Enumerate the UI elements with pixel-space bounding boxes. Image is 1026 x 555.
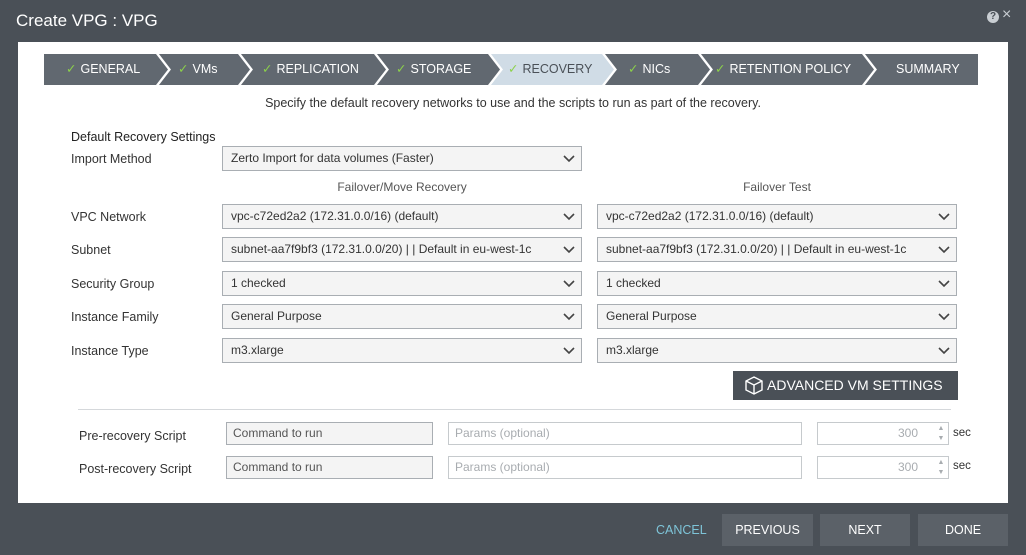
- pre-recovery-script-label: Pre-recovery Script: [79, 429, 186, 443]
- done-button[interactable]: DONE: [918, 514, 1008, 546]
- security-group-label: Security Group: [71, 277, 155, 291]
- vpc-network-label: VPC Network: [71, 210, 147, 224]
- timeout-value: 300: [897, 460, 918, 474]
- step-label: RECOVERY: [522, 62, 593, 76]
- spin-up-icon[interactable]: ▲: [936, 458, 946, 467]
- select-value: 1 checked: [606, 276, 661, 290]
- cancel-button[interactable]: CANCEL: [656, 514, 707, 546]
- instance-family-test-select[interactable]: General Purpose: [597, 304, 957, 329]
- pre-recovery-params-input[interactable]: Params (optional): [448, 422, 802, 445]
- step-label: NICs: [642, 62, 671, 76]
- window-title: Create VPG : VPG: [16, 11, 158, 30]
- check-icon: ✓: [628, 62, 639, 76]
- post-recovery-command-input[interactable]: Command to run: [226, 456, 433, 479]
- select-value: subnet-aa7f9bf3 (172.31.0.0/20) | | Defa…: [231, 242, 532, 256]
- instance-type-failover-select[interactable]: m3.xlarge: [222, 338, 582, 363]
- select-value: 1 checked: [231, 276, 286, 290]
- step-label: RETENTION POLICY: [729, 62, 852, 76]
- help-icon[interactable]: ?: [987, 11, 999, 23]
- step-label: GENERAL: [80, 62, 141, 76]
- section-title: Default Recovery Settings: [71, 130, 216, 144]
- chevron-down-icon: [938, 280, 950, 288]
- chevron-down-icon: [563, 347, 575, 355]
- close-icon[interactable]: ×: [1002, 7, 1011, 23]
- chevron-down-icon: [938, 246, 950, 254]
- step-label: REPLICATION: [276, 62, 359, 76]
- check-icon: ✓: [66, 62, 77, 76]
- pre-recovery-timeout-input[interactable]: 300 ▲ ▼: [817, 422, 949, 445]
- vpc-network-test-select[interactable]: vpc-c72ed2a2 (172.31.0.0/16) (default): [597, 204, 957, 229]
- wizard-steps: ✓ GENERAL ✓ VMs ✓ REPLICATION ✓ STORAGE ✓ REC…: [44, 53, 978, 86]
- select-value: subnet-aa7f9bf3 (172.31.0.0/20) | | Defa…: [606, 242, 907, 256]
- seconds-unit: sec: [953, 460, 971, 472]
- chevron-down-icon: [938, 347, 950, 355]
- security-group-failover-select[interactable]: 1 checked: [222, 271, 582, 296]
- instance-family-failover-select[interactable]: General Purpose: [222, 304, 582, 329]
- instance-type-test-select[interactable]: m3.xlarge: [597, 338, 957, 363]
- security-group-test-select[interactable]: 1 checked: [597, 271, 957, 296]
- divider: [78, 409, 951, 410]
- advanced-vm-settings-label: ADVANCED VM SETTINGS: [767, 377, 943, 393]
- step-label: SUMMARY: [896, 62, 960, 76]
- post-recovery-script-label: Post-recovery Script: [79, 462, 192, 476]
- post-recovery-timeout-input[interactable]: 300 ▲ ▼: [817, 456, 949, 479]
- title-bar: Create VPG : VPG ? ×: [0, 0, 1026, 42]
- import-method-label: Import Method: [71, 152, 152, 166]
- select-value: m3.xlarge: [231, 343, 284, 357]
- step-label: STORAGE: [410, 62, 472, 76]
- import-method-select[interactable]: Zerto Import for data volumes (Faster): [222, 146, 582, 171]
- select-value: General Purpose: [606, 309, 697, 323]
- select-value: vpc-c72ed2a2 (172.31.0.0/16) (default): [231, 209, 439, 223]
- next-button[interactable]: NEXT: [820, 514, 910, 546]
- chevron-down-icon: [563, 155, 575, 163]
- check-icon: ✓: [715, 62, 726, 76]
- chevron-down-icon: [563, 246, 575, 254]
- check-icon: ✓: [396, 62, 407, 76]
- step-label: VMs: [192, 62, 218, 76]
- seconds-unit: sec: [953, 427, 971, 439]
- vpc-network-failover-select[interactable]: vpc-c72ed2a2 (172.31.0.0/16) (default): [222, 204, 582, 229]
- select-value: vpc-c72ed2a2 (172.31.0.0/16) (default): [606, 209, 814, 223]
- spin-up-icon[interactable]: ▲: [936, 424, 946, 433]
- intro-text: Specify the default recovery networks to…: [265, 96, 761, 110]
- check-icon: ✓: [178, 62, 189, 76]
- instance-family-label: Instance Family: [71, 310, 159, 324]
- subnet-test-select[interactable]: subnet-aa7f9bf3 (172.31.0.0/20) | | Defa…: [597, 237, 957, 262]
- check-icon: ✓: [262, 62, 273, 76]
- chevron-down-icon: [938, 213, 950, 221]
- cube-icon: [745, 376, 763, 395]
- chevron-down-icon: [938, 313, 950, 321]
- subnet-failover-select[interactable]: subnet-aa7f9bf3 (172.31.0.0/20) | | Defa…: [222, 237, 582, 262]
- failover-column-header: Failover/Move Recovery: [337, 180, 467, 194]
- select-value: m3.xlarge: [606, 343, 659, 357]
- chevron-down-icon: [563, 213, 575, 221]
- previous-button[interactable]: PREVIOUS: [722, 514, 813, 546]
- pre-recovery-command-input[interactable]: Command to run: [226, 422, 433, 445]
- spin-down-icon[interactable]: ▼: [936, 434, 946, 443]
- advanced-vm-settings-button[interactable]: ADVANCED VM SETTINGS: [733, 371, 958, 400]
- post-recovery-params-input[interactable]: Params (optional): [448, 456, 802, 479]
- spin-down-icon[interactable]: ▼: [936, 468, 946, 477]
- import-method-value: Zerto Import for data volumes (Faster): [231, 151, 434, 165]
- instance-type-label: Instance Type: [71, 344, 149, 358]
- chevron-down-icon: [563, 313, 575, 321]
- subnet-label: Subnet: [71, 243, 111, 257]
- check-icon: ✓: [508, 62, 519, 76]
- test-column-header: Failover Test: [743, 180, 811, 194]
- timeout-value: 300: [897, 426, 918, 440]
- chevron-down-icon: [563, 280, 575, 288]
- select-value: General Purpose: [231, 309, 322, 323]
